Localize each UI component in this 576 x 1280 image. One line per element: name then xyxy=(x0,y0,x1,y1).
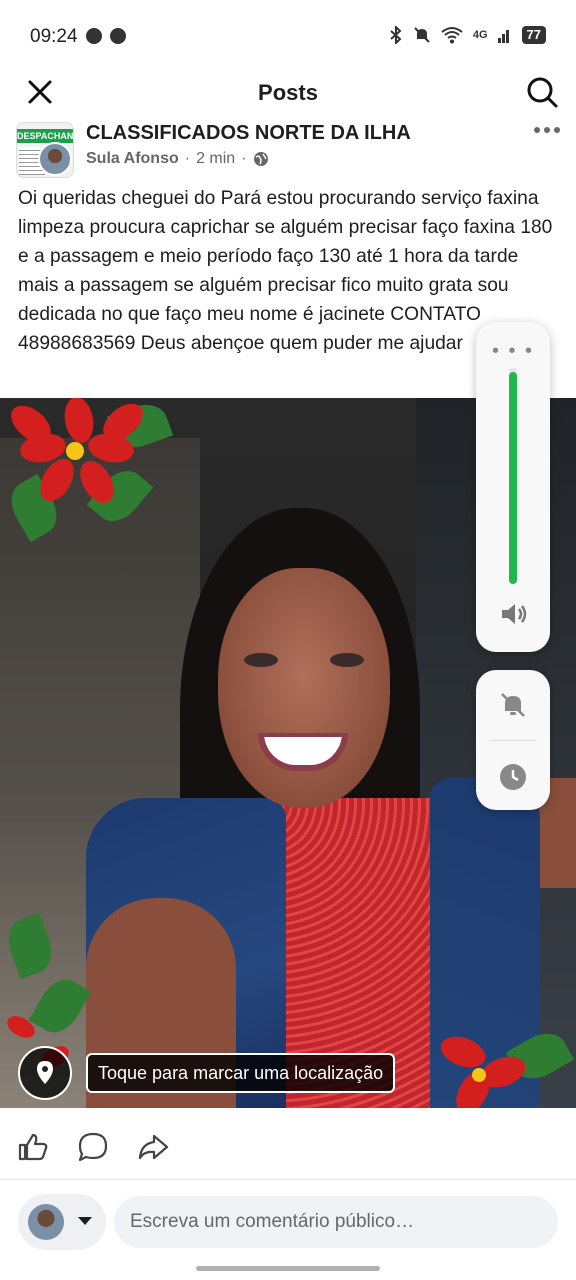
poinsettia-decoration-bottom-right xyxy=(420,1008,576,1108)
status-notification-icons xyxy=(86,28,126,44)
wifi-icon xyxy=(441,27,463,44)
author-avatar[interactable] xyxy=(38,142,72,176)
post-time[interactable]: 2 min xyxy=(196,150,235,168)
comment-input[interactable]: Escreva um comentário público… xyxy=(114,1196,558,1248)
comment-identity-switcher[interactable] xyxy=(18,1194,106,1250)
like-icon[interactable] xyxy=(16,1130,50,1164)
comment-icon[interactable] xyxy=(76,1130,110,1164)
post-header: DESPACHANTE CLASSIFICADOS NORTE DA ILHA … xyxy=(0,118,576,186)
sound-mode-panel xyxy=(476,670,550,810)
location-pin-icon xyxy=(37,1061,53,1084)
clock-icon[interactable] xyxy=(498,762,528,792)
meta-separator: · xyxy=(184,150,191,167)
page-title: Posts xyxy=(258,80,318,105)
bell-off-status-icon xyxy=(414,27,430,43)
more-icon[interactable] xyxy=(532,120,562,140)
mode-divider xyxy=(490,740,536,741)
comment-bar: Escreva um comentário público… xyxy=(0,1186,576,1262)
volume-slider[interactable] xyxy=(509,368,517,584)
speaker-icon[interactable] xyxy=(498,598,530,630)
status-time: 09:24 xyxy=(30,26,78,47)
photo-eye-left xyxy=(244,653,278,667)
volume-slider-fill xyxy=(509,372,517,584)
status-bar: 09:24 4G 77 xyxy=(0,0,576,76)
network-type: 4G xyxy=(472,29,488,41)
facebook-icon xyxy=(86,28,102,44)
globe-icon xyxy=(253,152,268,166)
home-indicator[interactable] xyxy=(196,1266,380,1271)
group-avatar-banner: DESPACHANTE xyxy=(17,129,74,143)
meta-separator-2: · xyxy=(241,150,247,167)
poinsettia-decoration-top xyxy=(0,398,180,558)
comment-avatar xyxy=(28,1204,64,1240)
group-name[interactable]: CLASSIFICADOS NORTE DA ILHA xyxy=(86,122,411,145)
signal-icon xyxy=(497,30,509,43)
search-icon[interactable] xyxy=(524,74,560,110)
volume-more-button[interactable]: • • • xyxy=(476,340,550,363)
location-tag-prompt[interactable]: Toque para marcar uma localização xyxy=(86,1053,396,1093)
photo-face xyxy=(218,568,390,808)
status-right-icons: 4G 77 xyxy=(389,26,546,44)
share-icon[interactable] xyxy=(136,1130,170,1164)
volume-panel: • • • xyxy=(476,322,550,652)
top-header: Posts xyxy=(0,70,576,116)
location-pin-button[interactable] xyxy=(18,1046,72,1100)
photo-eye-right xyxy=(330,653,364,667)
bluetooth-icon xyxy=(390,26,402,44)
bell-off-icon[interactable] xyxy=(498,690,528,720)
messenger-icon xyxy=(110,28,126,44)
battery-level: 77 xyxy=(521,26,546,44)
post-meta: Sula Afonso · 2 min · xyxy=(86,150,269,168)
post-actions xyxy=(0,1118,576,1180)
chevron-down-icon xyxy=(78,1217,92,1225)
author-name[interactable]: Sula Afonso xyxy=(86,150,179,168)
